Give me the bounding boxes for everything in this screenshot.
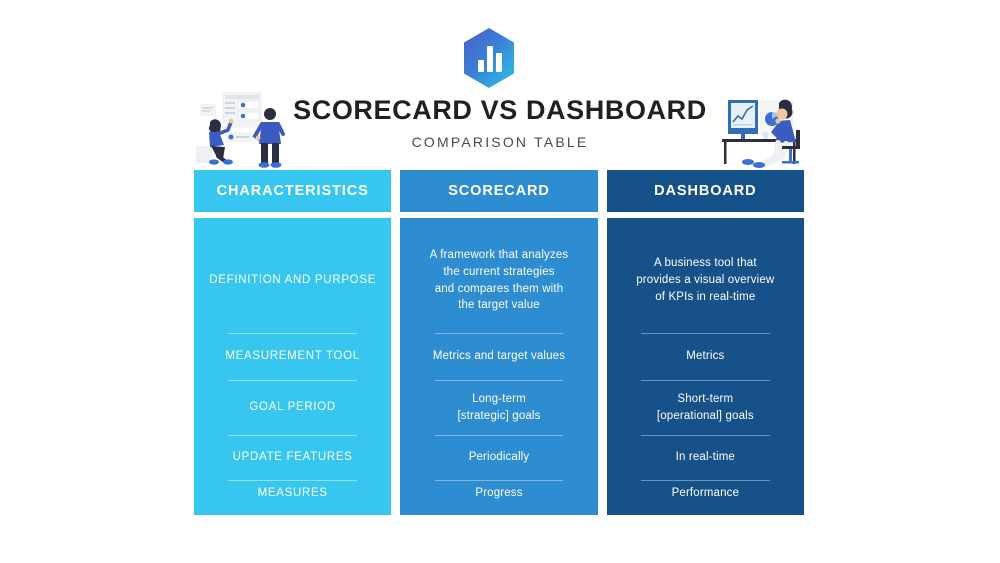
dashboard-value: In real-time xyxy=(675,451,735,464)
column-scorecard: A framework that analyzes the current st… xyxy=(400,218,598,515)
table-row: In real-time xyxy=(621,435,790,480)
scorecard-value: Progress xyxy=(475,487,523,500)
scorecard-value: Metrics and target values xyxy=(432,350,566,363)
column-header-scorecard: SCORECARD xyxy=(400,170,598,212)
table-row: DEFINITION AND PURPOSE xyxy=(208,228,377,333)
column-dashboard: A business tool that provides a visual o… xyxy=(606,218,804,515)
people-presenting-dashboard-illustration xyxy=(192,88,296,170)
dashboard-value: Short-term [operational] goals xyxy=(656,392,754,422)
dashboard-value: Performance xyxy=(671,487,740,500)
column-header-dashboard: DASHBOARD xyxy=(606,170,804,212)
table-row: A framework that analyzes the current st… xyxy=(414,228,583,333)
table-row: Long-term [strategic] goals xyxy=(414,380,583,435)
table-row: MEASURES xyxy=(208,480,377,507)
characteristic-label: MEASUREMENT TOOL xyxy=(225,349,360,362)
comparison-table: CHARACTERISTICS SCORECARD DASHBOARD DEFI… xyxy=(194,170,804,515)
characteristic-label: UPDATE FEATURES xyxy=(232,450,353,463)
scorecard-value: Periodically xyxy=(468,451,530,464)
table-row: UPDATE FEATURES xyxy=(208,435,377,480)
table-row: Metrics xyxy=(621,333,790,380)
table-row: Short-term [operational] goals xyxy=(621,380,790,435)
table-row: Performance xyxy=(621,480,790,507)
table-row: MEASUREMENT TOOL xyxy=(208,333,377,380)
scorecard-value: A framework that analyzes the current st… xyxy=(429,249,569,312)
dashboard-value: Metrics xyxy=(686,350,725,363)
table-header-row: CHARACTERISTICS SCORECARD DASHBOARD xyxy=(194,170,804,212)
column-header-characteristics: CHARACTERISTICS xyxy=(194,170,392,212)
infographic-canvas: SCORECARD VS DASHBOARD COMPARISON TABLE xyxy=(0,0,1000,563)
characteristic-label: MEASURES xyxy=(257,486,328,499)
page-subtitle: COMPARISON TABLE xyxy=(411,134,589,150)
column-characteristics: DEFINITION AND PURPOSE MEASUREMENT TOOL … xyxy=(194,218,392,515)
scorecard-value: Long-term [strategic] goals xyxy=(457,392,541,422)
table-row: GOAL PERIOD xyxy=(208,380,377,435)
characteristic-label: GOAL PERIOD xyxy=(249,400,336,413)
table-row: Periodically xyxy=(414,435,583,480)
characteristic-label: DEFINITION AND PURPOSE xyxy=(209,273,377,286)
bar-chart-hexagon-logo-icon xyxy=(461,27,517,89)
table-body: DEFINITION AND PURPOSE MEASUREMENT TOOL … xyxy=(194,218,804,515)
person-at-desk-with-monitor-illustration xyxy=(716,88,814,170)
table-row: A business tool that provides a visual o… xyxy=(621,228,790,333)
dashboard-value: A business tool that provides a visual o… xyxy=(636,257,775,303)
table-row: Progress xyxy=(414,480,583,507)
table-row: Metrics and target values xyxy=(414,333,583,380)
page-title: SCORECARD VS DASHBOARD xyxy=(293,95,707,125)
